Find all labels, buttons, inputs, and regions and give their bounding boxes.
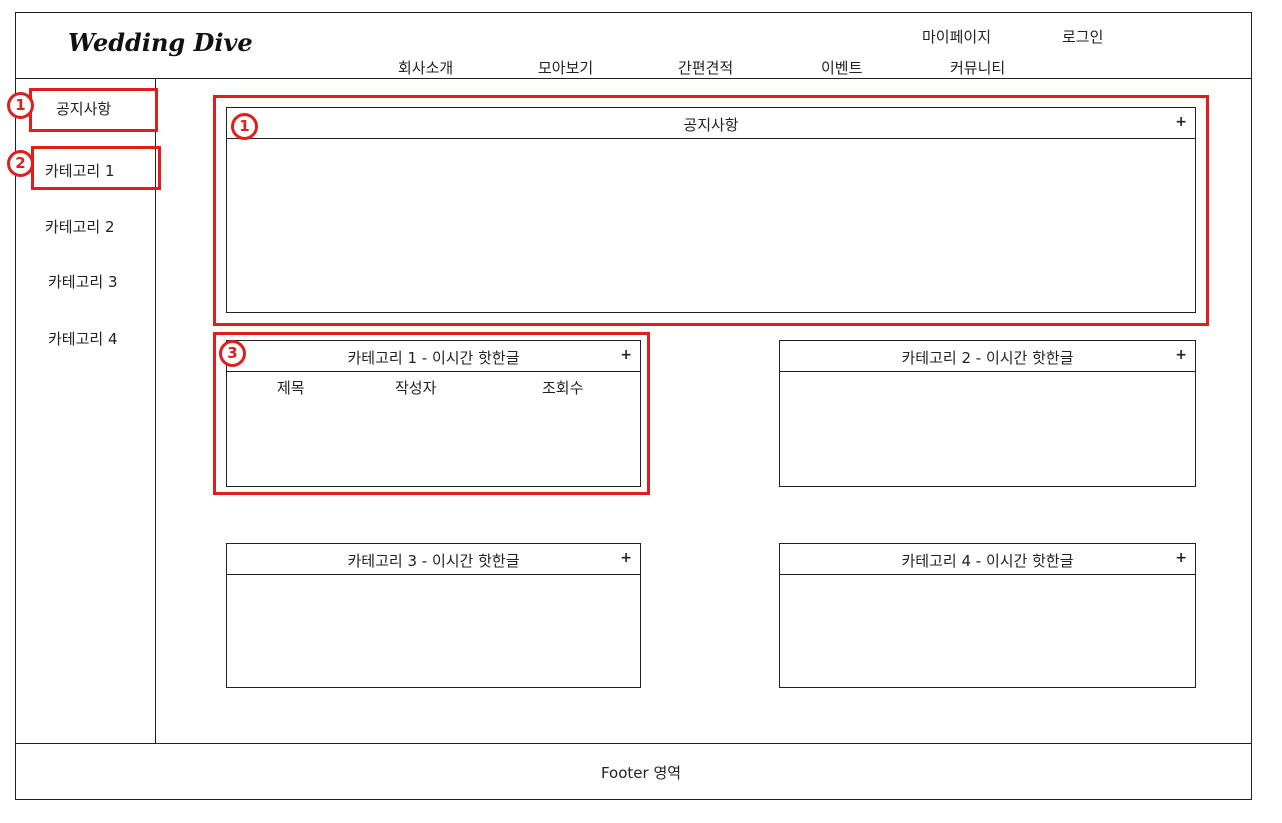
annotation-badge-3: 3 (219, 340, 246, 367)
nav-community[interactable]: 커뮤니티 (950, 57, 1005, 78)
category-2-box-title: 카테고리 2 - 이시간 핫한글 (901, 349, 1074, 367)
nav-mypage[interactable]: 마이페이지 (922, 26, 991, 47)
annotation-badge-1-panel: 1 (231, 113, 258, 140)
footer-divider (15, 743, 1252, 744)
sidebar-item-category-2[interactable]: 카테고리 2 (45, 216, 115, 237)
annotation-box-notice-panel (213, 95, 1209, 326)
sidebar-item-category-3[interactable]: 카테고리 3 (48, 271, 118, 292)
category-3-box-header: 카테고리 3 - 이시간 핫한글 + (227, 544, 640, 575)
category-3-box-title: 카테고리 3 - 이시간 핫한글 (347, 552, 520, 570)
category-4-box-title: 카테고리 4 - 이시간 핫한글 (901, 552, 1074, 570)
category-2-box-header: 카테고리 2 - 이시간 핫한글 + (780, 341, 1195, 372)
header-divider (15, 78, 1252, 79)
category-4-box-header: 카테고리 4 - 이시간 핫한글 + (780, 544, 1195, 575)
annotation-badge-2: 2 (7, 150, 34, 177)
annotation-box-notice-menu (29, 88, 158, 132)
annotation-box-category-1-panel (213, 332, 650, 495)
category-2-more-button[interactable]: + (1175, 347, 1187, 363)
annotation-box-category-1-menu (31, 146, 161, 190)
sidebar-item-category-4[interactable]: 카테고리 4 (48, 328, 118, 349)
category-4-more-button[interactable]: + (1175, 550, 1187, 566)
annotation-badge-1: 1 (7, 92, 34, 119)
category-3-box: 카테고리 3 - 이시간 핫한글 + (226, 543, 641, 688)
nav-login[interactable]: 로그인 (1062, 26, 1103, 47)
category-4-box: 카테고리 4 - 이시간 핫한글 + (779, 543, 1196, 688)
footer-text: Footer 영역 (600, 764, 682, 782)
nav-company[interactable]: 회사소개 (398, 57, 453, 78)
nav-collection[interactable]: 모아보기 (538, 57, 593, 78)
nav-quote[interactable]: 간편견적 (678, 57, 733, 78)
category-2-box: 카테고리 2 - 이시간 핫한글 + (779, 340, 1196, 487)
nav-event[interactable]: 이벤트 (821, 57, 862, 78)
category-3-more-button[interactable]: + (620, 550, 632, 566)
logo[interactable]: Wedding Dive (68, 28, 253, 57)
